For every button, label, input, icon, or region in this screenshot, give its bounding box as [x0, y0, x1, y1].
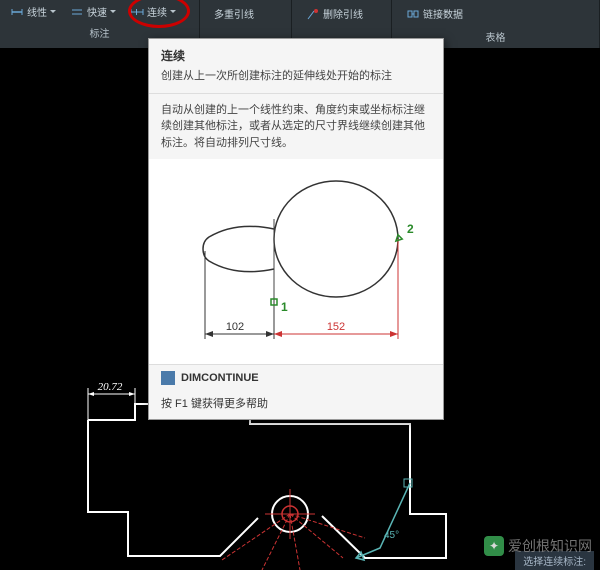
delete-leader-button[interactable]: 删除引线: [300, 4, 369, 23]
marker-label: 1: [281, 300, 288, 314]
marker-label: 2: [407, 222, 414, 236]
button-label: 线性: [27, 4, 47, 19]
link-icon: [406, 7, 420, 21]
angle-annotation: 45°: [356, 479, 412, 560]
dropdown-arrow-icon: [110, 10, 116, 14]
tooltip-title: 连续: [149, 39, 443, 68]
continue-dim-button[interactable]: 连续: [124, 2, 182, 21]
tooltip-description: 创建从上一次所创建标注的延伸线处开始的标注: [149, 68, 443, 93]
dim-value: 152: [327, 321, 345, 333]
button-label: 链接数据: [423, 6, 463, 21]
link-data-button[interactable]: 链接数据: [400, 4, 469, 23]
button-label: 多重引线: [214, 6, 254, 21]
tooltip-footer: DIMCONTINUE: [149, 364, 443, 391]
dropdown-arrow-icon: [170, 10, 176, 14]
radial-construction-lines: [222, 514, 365, 570]
dim-value: 102: [226, 321, 244, 333]
tooltip-diagram: 102 152 1 2: [149, 159, 443, 364]
mleader-button[interactable]: 多重引线: [208, 4, 260, 23]
button-label: 快速: [87, 4, 107, 19]
quick-icon: [70, 5, 84, 19]
quick-dim-button[interactable]: 快速: [64, 2, 122, 21]
command-name: DIMCONTINUE: [181, 372, 259, 384]
watermark-text: 爱创根知识网: [508, 536, 592, 556]
linear-dim-button[interactable]: 线性: [4, 2, 62, 21]
tooltip-panel: 连续 创建从上一次所创建标注的延伸线处开始的标注 自动从创建的上一个线性约束、角…: [148, 38, 444, 420]
watermark: ✦ 爱创根知识网: [484, 536, 592, 556]
button-label: 连续: [147, 4, 167, 19]
linear-icon: [10, 5, 24, 19]
tooltip-help: 按 F1 键获得更多帮助: [149, 391, 443, 419]
button-label: 删除引线: [323, 6, 363, 21]
dropdown-arrow-icon: [50, 10, 56, 14]
dimension-value: 20.72: [98, 381, 123, 393]
delete-icon: [306, 7, 320, 21]
command-icon: [161, 371, 175, 385]
watermark-icon: ✦: [484, 536, 504, 556]
tooltip-body: 自动从创建的上一个线性约束、角度约束或坐标标注继续创建其他标注，或者从选定的尺寸…: [149, 93, 443, 160]
continue-icon: [130, 5, 144, 19]
angle-value: 45°: [384, 530, 399, 541]
dimension-annotation: 20.72: [88, 381, 135, 420]
